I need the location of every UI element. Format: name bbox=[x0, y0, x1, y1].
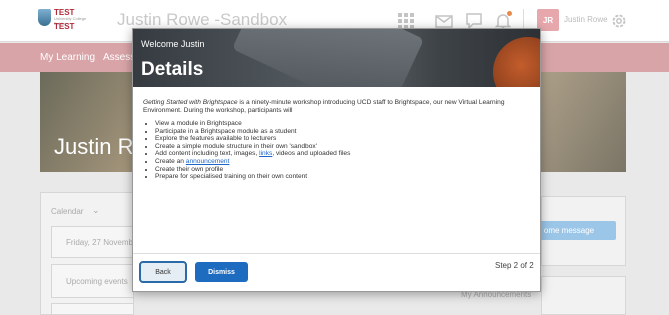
dialog-body: Getting Started with Brightspace is a ni… bbox=[143, 99, 533, 181]
chevron-down-icon[interactable]: ⌄ bbox=[92, 205, 100, 216]
list-item: Create their own profile bbox=[155, 166, 533, 174]
dialog-header-image: Welcome Justin Details bbox=[133, 29, 540, 87]
coffee-cup-image bbox=[493, 37, 540, 87]
step-indicator: Step 2 of 2 bbox=[495, 261, 534, 270]
dialog-footer-divider bbox=[133, 253, 540, 254]
site-title[interactable]: Justin Rowe -Sandbox bbox=[117, 10, 287, 30]
notification-dot bbox=[507, 11, 512, 16]
events-box bbox=[51, 303, 134, 315]
list-item-link[interactable]: announcement bbox=[186, 158, 230, 165]
list-item-text: , videos and uploaded files bbox=[272, 150, 351, 158]
welcome-dialog: Welcome Justin Details Getting Started w… bbox=[132, 28, 541, 292]
dismiss-button[interactable]: Dismiss bbox=[195, 262, 248, 282]
list-item-text: Create an bbox=[155, 157, 186, 165]
list-item-text: Create a simple module structure in thei… bbox=[155, 142, 317, 150]
list-item: Create a simple module structure in thei… bbox=[155, 143, 533, 151]
list-item-text: Add content including text, images, bbox=[155, 150, 260, 158]
laptop-image bbox=[231, 29, 425, 87]
list-item-text: Prepare for specialised training on thei… bbox=[155, 173, 308, 181]
details-list: View a module in BrightspaceParticipate … bbox=[143, 120, 533, 181]
list-item-text: Create their own profile bbox=[155, 165, 224, 173]
nav-item-assessment[interactable]: Assess bbox=[103, 52, 135, 63]
list-item: Participate in a Brightspace module as a… bbox=[155, 128, 533, 136]
ucd-test-logo[interactable]: TEST University College Dublin TEST bbox=[38, 8, 86, 34]
list-item: Explore the features available to lectur… bbox=[155, 135, 533, 143]
user-name[interactable]: Justin Rowe bbox=[564, 15, 608, 24]
list-item-text: Participate in a Brightspace module as a… bbox=[155, 127, 297, 135]
list-item: Create an announcement bbox=[155, 158, 533, 166]
list-item-text: Explore the features available to lectur… bbox=[155, 135, 277, 143]
crest-icon bbox=[38, 9, 51, 26]
intro-paragraph: Getting Started with Brightspace is a ni… bbox=[143, 99, 533, 115]
list-item-link[interactable]: links bbox=[259, 150, 272, 157]
list-item-text: View a module in Brightspace bbox=[155, 120, 242, 127]
nav-item-my-learning[interactable]: My Learning bbox=[40, 52, 95, 63]
list-item: View a module in Brightspace bbox=[155, 120, 533, 128]
upcoming-events-label[interactable]: Upcoming events bbox=[66, 277, 128, 286]
list-item: Prepare for specialised training on thei… bbox=[155, 173, 533, 181]
workshop-name: Getting Started with Brightspace bbox=[143, 99, 238, 106]
dialog-title: Details bbox=[141, 59, 204, 80]
dialog-welcome-text: Welcome Justin bbox=[141, 39, 205, 49]
list-item: Add content including text, images, link… bbox=[155, 150, 533, 158]
calendar-label[interactable]: Calendar bbox=[51, 207, 83, 216]
back-button[interactable]: Back bbox=[139, 261, 187, 283]
announcements-panel bbox=[541, 276, 626, 315]
calendar-date: Friday, 27 November bbox=[66, 238, 141, 247]
gear-icon[interactable] bbox=[610, 12, 628, 30]
logo-line3: TEST bbox=[54, 22, 75, 31]
